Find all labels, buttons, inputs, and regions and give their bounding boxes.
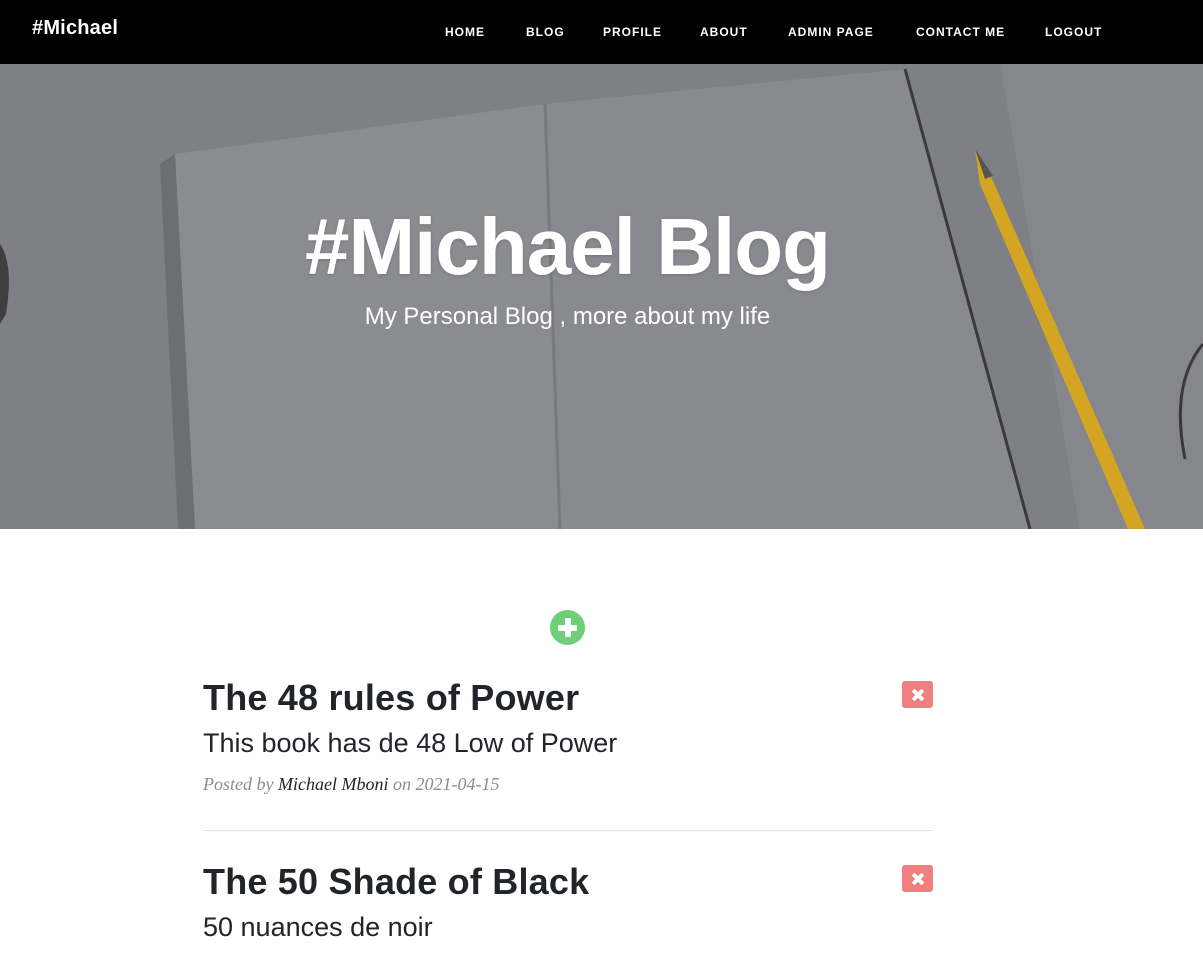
post-date: 2021-04-15 [415, 774, 500, 794]
post-subtitle[interactable]: 50 nuances de noir [203, 910, 933, 944]
nav-link-profile[interactable]: PROFILE [603, 25, 662, 39]
nav-link-contact-me[interactable]: CONTACT ME [916, 25, 1005, 39]
nav-links: HOME BLOG PROFILE ABOUT ADMIN PAGE CONTA… [0, 0, 1203, 64]
hero-subtitle: My Personal Blog , more about my life [364, 303, 771, 330]
delete-post-button[interactable] [902, 681, 933, 708]
nav-link-home[interactable]: HOME [445, 25, 485, 39]
add-post-button[interactable] [550, 610, 585, 645]
post-subtitle[interactable]: This book has de 48 Low of Power [203, 726, 933, 760]
delete-post-button[interactable] [902, 865, 933, 892]
post-meta-prefix: Posted by [203, 774, 278, 794]
nav-link-logout[interactable]: LOGOUT [1045, 25, 1102, 39]
post-meta-on: on [388, 774, 416, 794]
hero-title: #Michael Blog [305, 202, 831, 291]
nav-link-blog[interactable]: BLOG [526, 25, 565, 39]
post-preview: The 50 Shade of Black 50 nuances de noir [203, 862, 933, 944]
post-author-link[interactable]: Michael Mboni [278, 774, 388, 794]
nav-link-about[interactable]: ABOUT [700, 25, 748, 39]
nav-link-admin-page[interactable]: ADMIN PAGE [788, 25, 874, 39]
post-title[interactable]: The 48 rules of Power [203, 678, 933, 718]
post-divider [203, 830, 933, 831]
navbar: #Michael HOME BLOG PROFILE ABOUT ADMIN P… [0, 0, 1203, 64]
post-meta: Posted by Michael Mboni on 2021-04-15 [203, 774, 933, 795]
hero-background-image [0, 64, 1203, 529]
post-preview: The 48 rules of Power This book has de 4… [203, 678, 933, 795]
hero-header: #Michael Blog My Personal Blog , more ab… [0, 64, 1203, 529]
post-title[interactable]: The 50 Shade of Black [203, 862, 933, 902]
